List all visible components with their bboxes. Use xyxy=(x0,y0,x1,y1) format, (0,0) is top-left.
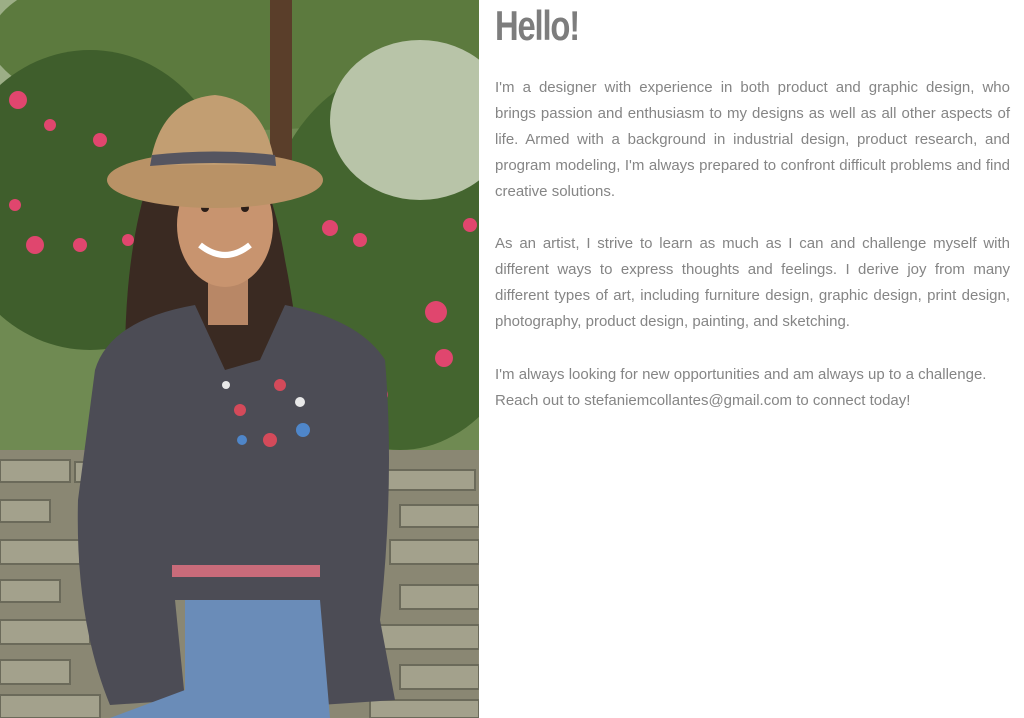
page-title: Hello! xyxy=(495,2,580,49)
about-content: Hello! I'm a designer with experience in… xyxy=(495,0,1015,718)
contact-paragraph: I'm always looking for new opportunities… xyxy=(495,366,987,409)
intro-paragraph: I'm a designer with experience in both p… xyxy=(495,79,1010,200)
about-page: Hello! I'm a designer with experience in… xyxy=(0,0,1024,718)
portrait-photo xyxy=(0,0,479,718)
artist-paragraph: As an artist, I strive to learn as much … xyxy=(495,235,1010,330)
